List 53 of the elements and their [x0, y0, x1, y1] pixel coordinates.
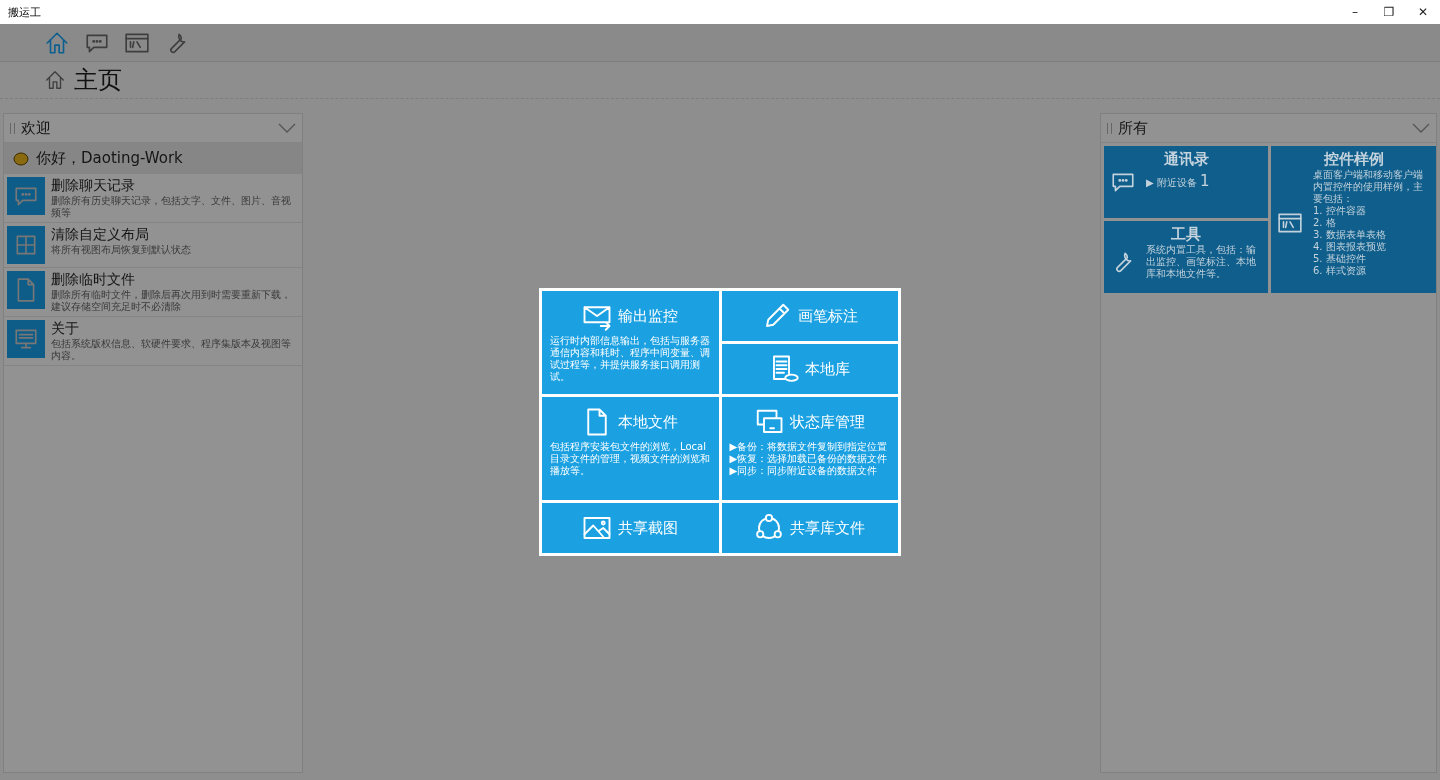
device-count: 1: [1200, 172, 1210, 190]
list-line: 3. 数据表单表格: [1313, 229, 1387, 241]
home-icon: [44, 69, 66, 91]
chevron-down-icon[interactable]: [278, 123, 296, 133]
list-line: ▶备份：将数据文件复制到指定位置: [729, 441, 889, 453]
feature-tile[interactable]: 控件样例 桌面客户端和移动客户端内置控件的使用样例，主要包括： 1. 控件容器 2. 格 3. 数据表单表格 4. 图表报表预览 5. 基础控件 6. 样式资源: [1271, 146, 1436, 293]
action-item[interactable]: 删除临时文件 删除所有临时文件，删除后再次用到时需要重新下载，建议存储空间充足时不必清除: [4, 268, 302, 317]
feature-tile[interactable]: 工具 系统内置工具，包括：输出监控、画笔标注、本地库和本地文件等。: [1104, 221, 1268, 293]
restore-button[interactable]: ❐: [1372, 5, 1406, 19]
nearby-devices-link[interactable]: ▶ 附近设备: [1146, 177, 1197, 188]
tile-description: 桌面客户端和移动客户端内置控件的使用样例，主要包括：: [1313, 169, 1424, 205]
item-title: 删除临时文件: [51, 271, 136, 289]
item-description: 包括系统版权信息、软硬件要求、程序集版本及视图等内容。: [51, 338, 292, 362]
menu-tile[interactable]: 共享截图: [542, 503, 719, 553]
list-line: 1. 控件容器: [1313, 205, 1367, 217]
menu-tile[interactable]: 画笔标注: [721, 291, 898, 341]
list-line: 5. 基础控件: [1313, 253, 1367, 265]
window-title: 搬运工: [8, 4, 41, 20]
tile-title: 控件样例: [1322, 149, 1385, 169]
list-line: 4. 图表报表预览: [1313, 241, 1387, 253]
panel-title: 所有: [1118, 118, 1149, 138]
feature-tile[interactable]: 通讯录 ▶ 附近设备 1: [1104, 146, 1268, 218]
menu-tile[interactable]: 共享库文件: [721, 503, 898, 553]
menu-tile[interactable]: 本地库: [721, 344, 898, 394]
panel-title: 欢迎: [21, 118, 52, 138]
minimize-button[interactable]: –: [1338, 5, 1372, 19]
grip-icon: [10, 122, 15, 134]
action-item[interactable]: 清除自定义布局 将所有视图布局恢复到默认状态: [4, 223, 302, 268]
item-description: 将所有视图布局恢复到默认状态: [51, 244, 191, 256]
item-description: 删除所有临时文件，删除后再次用到时需要重新下载，建议存储空间充足时不必清除: [51, 289, 292, 313]
item-title: 清除自定义布局: [51, 226, 150, 244]
tile-description: 包括程序安装包文件的浏览，Local目录文件的管理，视频文件的浏览和播放等。: [550, 441, 711, 477]
item-description: 删除所有历史聊天记录，包括文字、文件、图片、音视频等: [51, 195, 292, 219]
close-button[interactable]: ✕: [1406, 5, 1440, 19]
menu-tile[interactable]: 本地文件 包括程序安装包文件的浏览，Local目录文件的管理，视频文件的浏览和播放等。: [542, 397, 719, 500]
list-line: ▶同步：同步附近设备的数据文件: [729, 465, 879, 477]
page-title: 主页: [74, 65, 122, 96]
chevron-down-icon[interactable]: [1412, 123, 1430, 133]
menu-tile[interactable]: 输出监控 运行时内部信息输出，包括与服务器通信内容和耗时、程序中间变量、调试过程等，并提供服务接口调用测试。: [542, 291, 719, 394]
list-line: ▶恢复：选择加载已备份的数据文件: [729, 453, 889, 465]
item-title: 关于: [51, 320, 80, 338]
grip-icon: [1107, 122, 1112, 134]
menu-tile[interactable]: 状态库管理 ▶备份：将数据文件复制到指定位置 ▶恢复：选择加载已备份的数据文件 ▶同步：同步附近设备的数据文件: [721, 397, 898, 500]
tile-title: 通讯录: [1162, 149, 1210, 169]
tile-description: 运行时内部信息输出，包括与服务器通信内容和耗时、程序中间变量、调试过程等，并提供服务接口调用测试。: [550, 335, 711, 383]
action-item[interactable]: 关于 包括系统版权信息、软硬件要求、程序集版本及视图等内容。: [4, 317, 302, 366]
list-line: 2. 格: [1313, 217, 1337, 229]
tile-description: 系统内置工具，包括：输出监控、画笔标注、本地库和本地文件等。: [1146, 244, 1257, 280]
item-title: 删除聊天记录: [51, 177, 136, 195]
greeting: 你好，Daoting-Work: [36, 148, 183, 168]
list-line: 6. 样式资源: [1313, 265, 1367, 277]
tile-title: 工具: [1170, 224, 1202, 244]
action-item[interactable]: 删除聊天记录 删除所有历史聊天记录，包括文字、文件、图片、音视频等: [4, 174, 302, 223]
